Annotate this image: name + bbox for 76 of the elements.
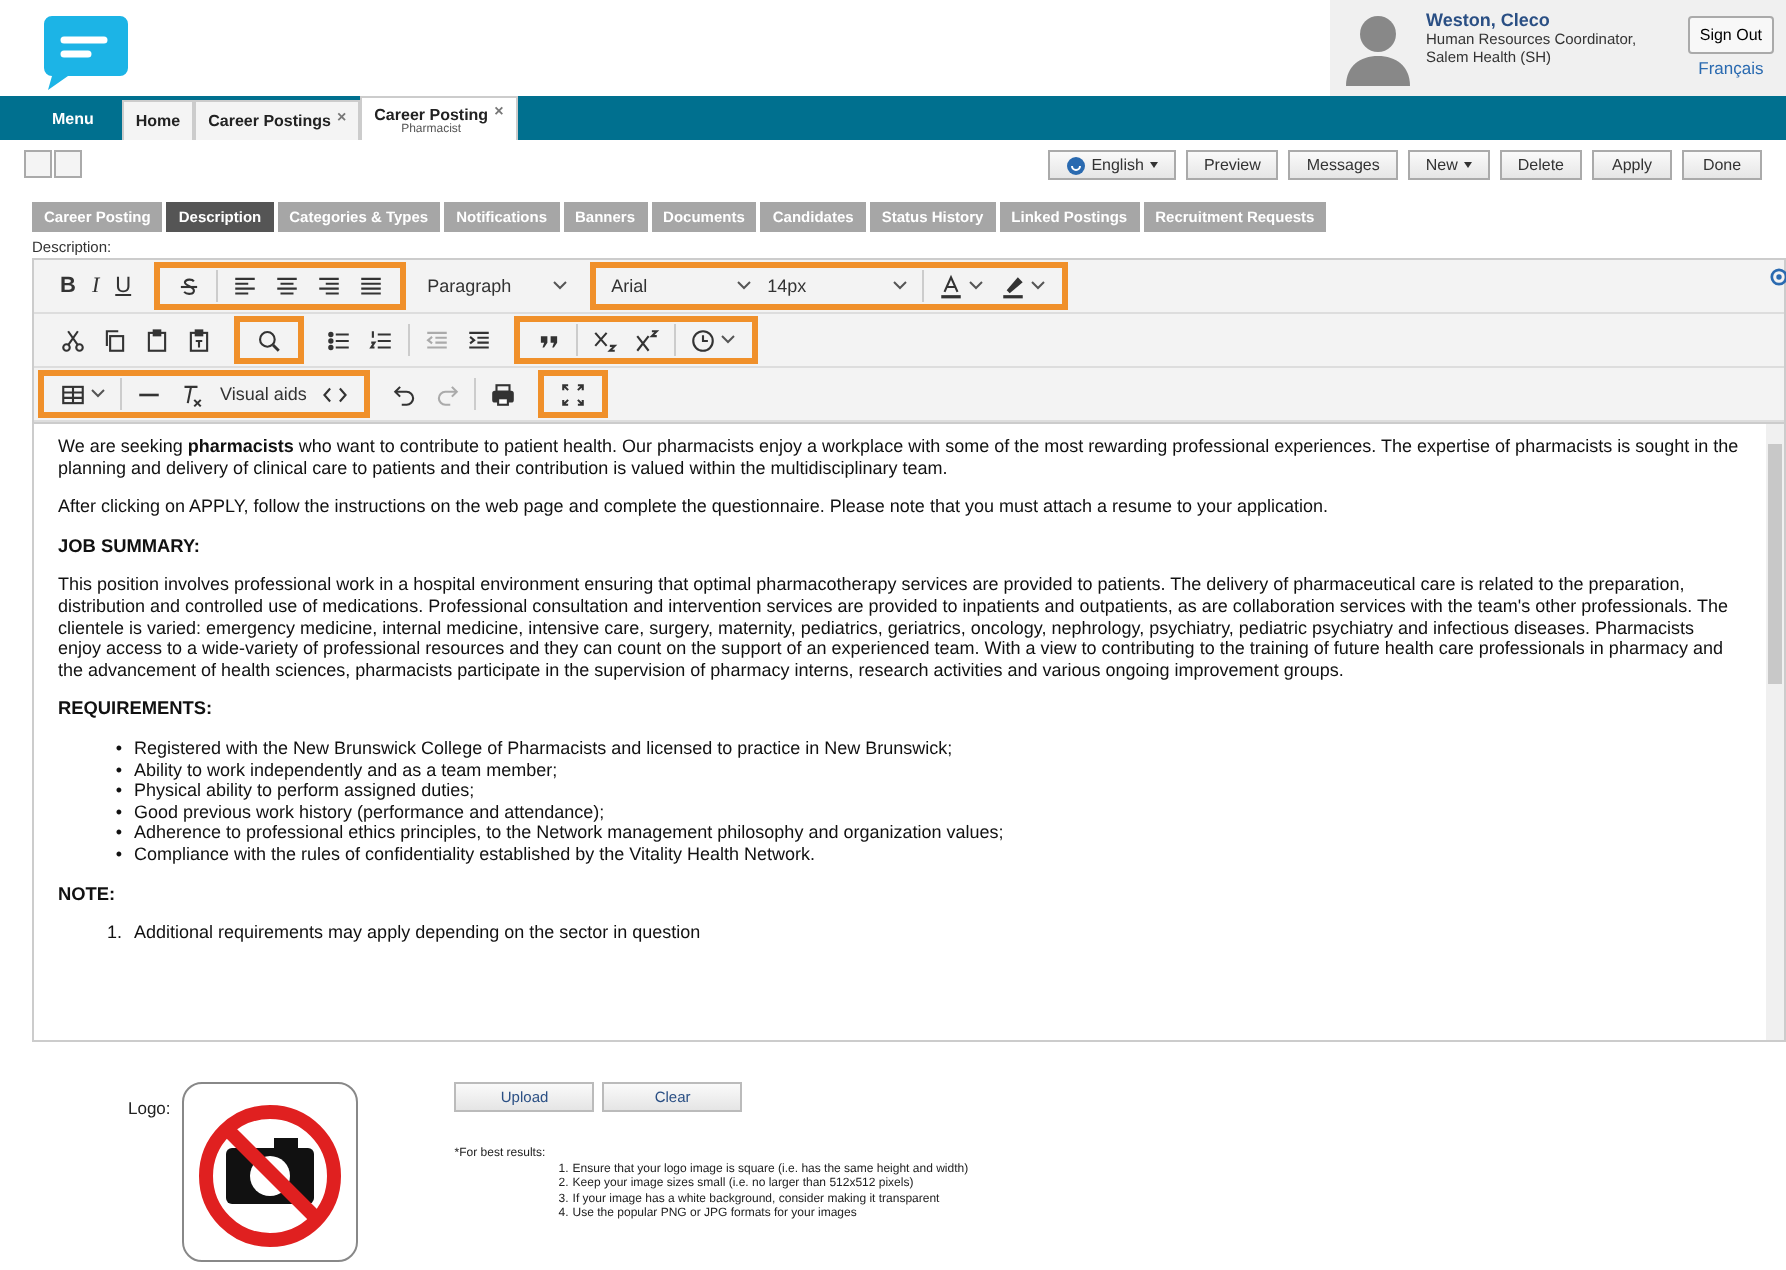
language-select[interactable]: English: [1047, 150, 1176, 180]
superscript-icon: [634, 327, 660, 353]
list-item: Adherence to professional ethics principles, to the Network management philosophy and organization values;: [134, 822, 1004, 844]
list-marker: 1.: [106, 922, 122, 944]
language-link[interactable]: Français: [1698, 58, 1764, 78]
clock-icon: [690, 327, 716, 353]
section-heading: REQUIREMENTS:: [58, 698, 215, 720]
action-button[interactable]: Messages: [1288, 150, 1398, 180]
paragraph: We are seeking pharmacists who want to contribute to patient health. Our pharmacists enjoy a workplace with some of the most rewarding professional experiences. The expertise of pharmacists is sought in the planning and delivery of clinical care to patients and their contribution is valued within the multidisciplinary team.: [58, 436, 1741, 479]
justify-icon: [357, 273, 384, 299]
action-button[interactable]: Delete: [1499, 150, 1582, 180]
help-icon[interactable]: [1770, 268, 1786, 286]
bold-button[interactable]: B: [52, 268, 84, 304]
action-button[interactable]: New: [1407, 150, 1490, 180]
subscript-icon: [592, 327, 618, 353]
nav-tab[interactable]: Career Postings ×: [194, 100, 361, 140]
font-select[interactable]: Paragraph: [419, 268, 576, 304]
action-button[interactable]: Preview: [1185, 150, 1279, 180]
align-right-icon: [315, 273, 342, 299]
list-marker: •: [113, 801, 122, 823]
text-color-icon: [937, 273, 964, 299]
align-left-icon: [231, 273, 258, 299]
search-icon: [256, 327, 282, 353]
logo-label: Logo:: [128, 1098, 171, 1122]
fullscreen-icon: [560, 381, 587, 407]
strikethrough-icon: [175, 273, 202, 299]
sign-out-button[interactable]: Sign Out: [1687, 16, 1774, 54]
caret-icon: [891, 280, 908, 292]
caret-icon: [735, 280, 752, 292]
nav-tab[interactable]: Home: [121, 100, 195, 140]
caret-icon: [720, 334, 736, 346]
scissors-icon: [60, 327, 86, 353]
underline-button[interactable]: U: [107, 268, 140, 304]
scrollbar[interactable]: [1766, 424, 1784, 1040]
caret-icon: [90, 388, 106, 400]
font-select[interactable]: Arial: [603, 268, 760, 304]
table-icon: [60, 381, 86, 407]
list-marker: •: [113, 822, 122, 844]
paragraph: This position involves professional work in a hospital environment ensuring that optimal pharmacotherapy services are provided to patients. The delivery of pharmaceutical care is related to the preparation, distribution and controlled use of medications. Professional consultation and intervention services are provided to inpatients and outpatients, as are collaboration services with the team's other professionals. The clientele is varied: emergency medicine, internal medicine, intensive care, surgery, maternity, pediatrics, geriatrics, oncology, nephrology, psychiatry, pediatric psychiatry and infectious diseases. Pharmacists enjoy access to a wide-variety of professional resources and they can count on the support of an experienced team. With a view to contributing to the training of future health care professionals in pharmacy and the advancement of health sciences, pharmacists participate in the supervision of pharmacy interns, research activities and various ongoing improvement groups.: [58, 574, 1731, 681]
caret-icon: [967, 280, 984, 292]
user-name: Weston, Cleco: [1426, 10, 1552, 30]
caret-icon: [1029, 280, 1046, 292]
paragraph: After clicking on APPLY, follow the instructions on the web page and complete the questionnaire. Please note that you must attach a resume to your application.: [58, 496, 1331, 518]
action-button[interactable]: Done: [1682, 150, 1762, 180]
globe-icon: [1065, 155, 1086, 175]
printer-icon: [490, 381, 517, 407]
menu-link[interactable]: Menu: [24, 109, 122, 127]
indent-icon: [466, 327, 492, 353]
list-marker: •: [113, 843, 122, 865]
visual-aids-button[interactable]: Visual aids: [212, 376, 315, 412]
caret-icon: [551, 280, 568, 292]
copy-icon: [102, 327, 128, 353]
clipboard-icon: [144, 327, 170, 353]
numbered-list-icon: [368, 327, 394, 353]
align-center-icon: [273, 273, 300, 299]
bullet-list-icon: [326, 327, 352, 353]
list-marker: •: [113, 759, 122, 781]
list-marker: •: [113, 737, 122, 760]
list-item: Physical ability to perform assigned duties;: [134, 780, 475, 802]
action-button[interactable]: Apply: [1592, 150, 1672, 180]
outdent-icon: [424, 327, 450, 353]
font-select[interactable]: 14px: [759, 268, 916, 304]
list-item: Additional requirements may apply depending on the sector in question: [134, 922, 701, 944]
list-item: Registered with the New Brunswick College of Pharmacists and licensed to practice in New Brunswick;: [134, 737, 953, 760]
redo-icon: [434, 381, 461, 407]
section-heading: NOTE:: [58, 883, 118, 905]
avatar: [1342, 10, 1414, 86]
clipboard-text-icon: [186, 327, 212, 353]
italic-button[interactable]: I: [83, 268, 108, 304]
list-item: Ability to work independently and as a team member;: [134, 759, 558, 781]
highlighter-icon: [999, 273, 1026, 299]
list-item: Good previous work history (performance and attendance);: [134, 801, 605, 823]
undo-icon: [392, 381, 419, 407]
section-heading: JOB SUMMARY:: [58, 535, 202, 557]
list-item: Compliance with the rules of confidentiality established by the Vitality Health Network.: [134, 843, 816, 865]
list-marker: •: [113, 780, 122, 802]
